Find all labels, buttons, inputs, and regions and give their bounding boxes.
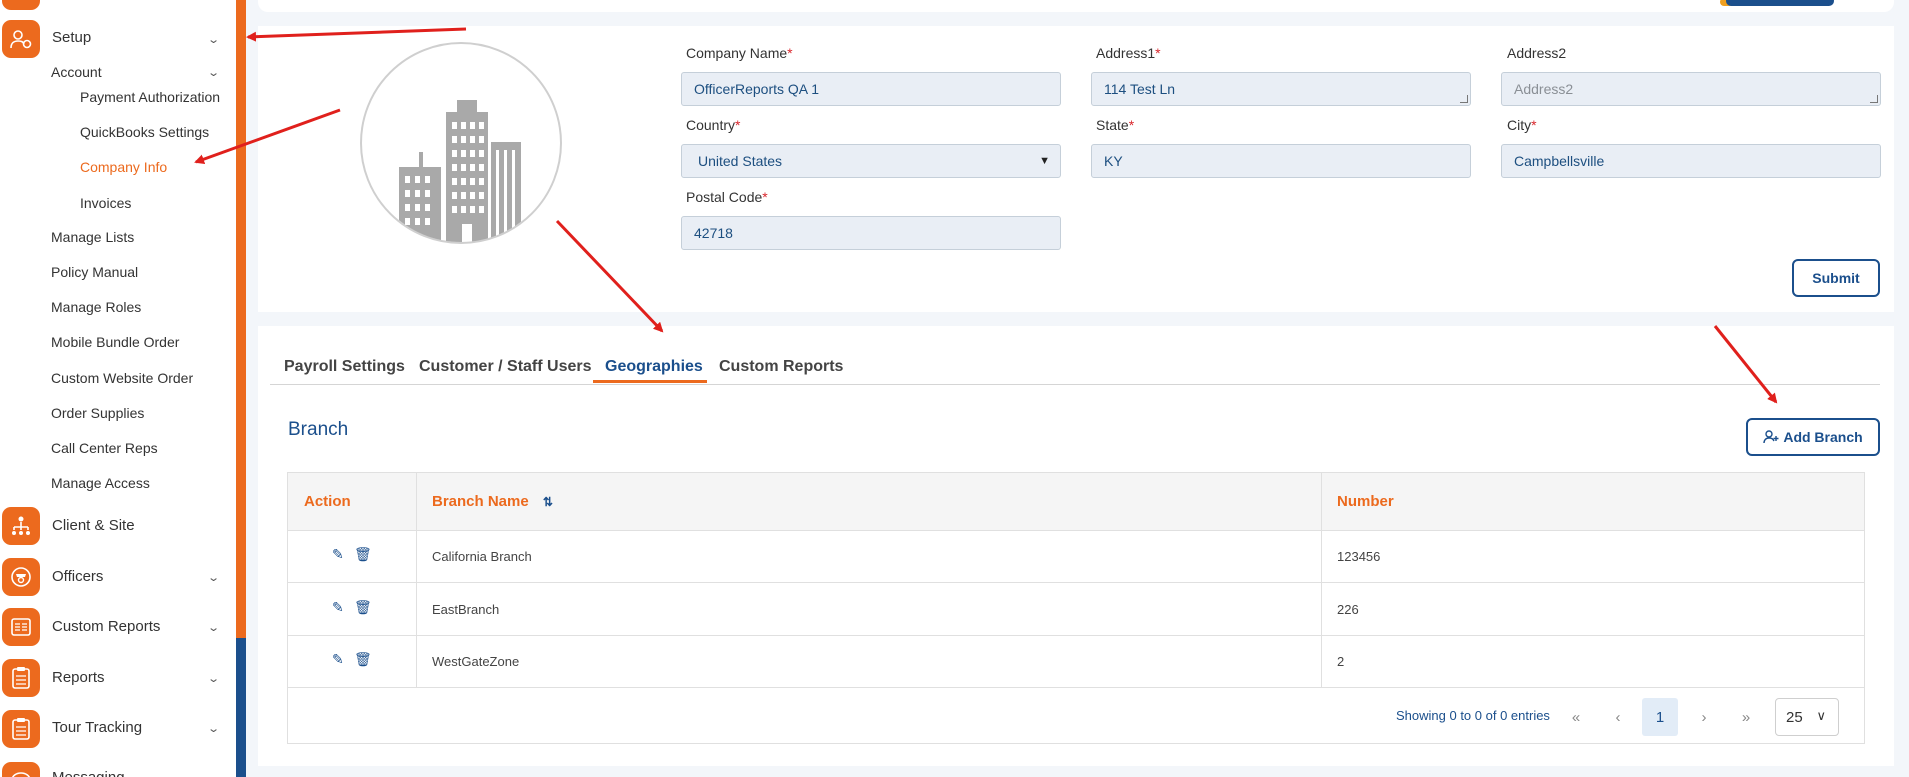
city-label: City* <box>1507 117 1537 133</box>
chevron-down-icon[interactable]: ⌄ <box>207 66 220 79</box>
building-icon <box>399 100 521 242</box>
sidebar-item-quickbooks-settings[interactable]: QuickBooks Settings <box>80 124 209 140</box>
branch-name-cell: EastBranch <box>432 602 500 617</box>
chevron-down-icon[interactable]: ⌄ <box>207 672 220 685</box>
trash-icon[interactable]: 🗑 <box>354 599 372 616</box>
table-row: ✎ 🗑 California Branch 123456 <box>288 531 1864 583</box>
sidebar-item-client-site[interactable]: Client & Site <box>52 517 135 534</box>
table-header: Action Branch Name ⇅ Number <box>288 473 1864 531</box>
sidebar-item-policy-manual[interactable]: Policy Manual <box>51 264 138 280</box>
edit-icon[interactable]: ✎ <box>332 651 344 668</box>
page-number-button[interactable]: 1 <box>1642 698 1678 736</box>
address1-label: Address1* <box>1096 45 1161 61</box>
sidebar-item-manage-roles[interactable]: Manage Roles <box>51 299 141 315</box>
tour-tracking-icon[interactable] <box>2 710 40 748</box>
last-page-icon[interactable]: » <box>1728 698 1764 736</box>
branch-number-cell: 226 <box>1337 602 1359 617</box>
sidebar-item-officers[interactable]: Officers <box>52 568 103 585</box>
branch-number-cell: 123456 <box>1337 549 1381 564</box>
sidebar-item-payment-authorization[interactable]: Payment Authorization <box>80 89 220 105</box>
tab-payroll-settings[interactable]: Payroll Settings <box>284 358 405 376</box>
reports-icon[interactable] <box>2 659 40 697</box>
country-select[interactable]: United States ▼ <box>681 144 1061 178</box>
collapsed-menu-icon[interactable] <box>2 0 40 10</box>
sidebar-item-mobile-bundle-order[interactable]: Mobile Bundle Order <box>51 334 179 350</box>
city-input[interactable]: Campbellsville <box>1501 144 1881 178</box>
prev-page-icon[interactable]: ‹ <box>1600 698 1636 736</box>
custom-reports-icon[interactable] <box>2 608 40 646</box>
add-branch-label: Add Branch <box>1783 429 1863 445</box>
edit-icon[interactable]: ✎ <box>332 599 344 616</box>
chevron-down-icon[interactable]: ⌄ <box>207 621 220 634</box>
officers-icon[interactable] <box>2 558 40 596</box>
sidebar-item-custom-reports[interactable]: Custom Reports <box>52 618 160 635</box>
sidebar-item-manage-lists[interactable]: Manage Lists <box>51 229 134 245</box>
branch-number-cell: 2 <box>1337 654 1345 669</box>
company-name-input[interactable]: OfficerReports QA 1 <box>681 72 1061 106</box>
chevron-down-icon[interactable]: ⌄ <box>207 33 220 46</box>
messaging-icon[interactable] <box>2 762 40 777</box>
sidebar-item-company-info[interactable]: Company Info <box>80 159 167 175</box>
trash-icon[interactable]: 🗑 <box>354 546 372 563</box>
active-tab-indicator <box>593 380 707 383</box>
sidebar-item-invoices[interactable]: Invoices <box>80 195 131 211</box>
add-branch-button[interactable]: Add Branch <box>1746 418 1880 456</box>
state-input[interactable]: KY <box>1091 144 1471 178</box>
add-user-icon <box>1763 430 1779 444</box>
page-size-select[interactable]: 25 ∨ <box>1775 698 1839 736</box>
sidebar-item-custom-website-order[interactable]: Custom Website Order <box>51 370 193 386</box>
company-logo[interactable] <box>360 42 562 244</box>
chevron-down-icon: ∨ <box>1816 708 1826 723</box>
table-row: ✎ 🗑 WestGateZone 2 <box>288 636 1864 688</box>
header-card <box>258 0 1894 12</box>
sort-icon[interactable]: ⇅ <box>543 495 553 509</box>
column-header-number: Number <box>1337 493 1394 510</box>
branch-name-cell: California Branch <box>432 549 532 564</box>
tab-geographies[interactable]: Geographies <box>605 358 703 376</box>
postal-code-input[interactable]: 42718 <box>681 216 1061 250</box>
edit-icon[interactable]: ✎ <box>332 546 344 563</box>
sidebar: Setup ⌄ Account ⌄ Payment Authorization … <box>0 0 236 777</box>
pagination-summary: Showing 0 to 0 of 0 entries <box>1396 708 1550 723</box>
branch-title: Branch <box>288 419 349 440</box>
sidebar-scrollbar-thumb[interactable] <box>236 0 246 638</box>
address2-label: Address2 <box>1507 45 1567 61</box>
client-site-icon[interactable] <box>2 507 40 545</box>
sidebar-item-call-center-reps[interactable]: Call Center Reps <box>51 440 158 456</box>
tab-divider <box>270 384 1880 385</box>
trash-icon[interactable]: 🗑 <box>354 651 372 668</box>
country-label: Country* <box>686 117 741 133</box>
company-name-label: Company Name* <box>686 45 793 61</box>
address1-input[interactable]: 114 Test Ln <box>1091 72 1471 106</box>
address2-input[interactable]: Address2 <box>1501 72 1881 106</box>
sidebar-item-account[interactable]: Account <box>51 64 102 80</box>
sidebar-item-manage-access[interactable]: Manage Access <box>51 475 150 491</box>
first-page-icon[interactable]: « <box>1558 698 1594 736</box>
column-header-action: Action <box>304 493 351 510</box>
resize-handle-icon[interactable] <box>1460 95 1468 103</box>
sidebar-item-reports[interactable]: Reports <box>52 669 105 686</box>
chevron-down-icon[interactable]: ⌄ <box>207 722 220 735</box>
sidebar-item-messaging[interactable]: Messaging <box>52 769 125 777</box>
table-row: ✎ 🗑 EastBranch 226 <box>288 584 1864 636</box>
tab-custom-reports[interactable]: Custom Reports <box>719 358 843 376</box>
branch-name-cell: WestGateZone <box>432 654 520 669</box>
chevron-down-icon: ▼ <box>1039 155 1050 167</box>
header-button[interactable] <box>1726 0 1834 6</box>
setup-icon[interactable] <box>2 20 40 58</box>
tab-customer-staff-users[interactable]: Customer / Staff Users <box>419 358 592 376</box>
next-page-icon[interactable]: › <box>1686 698 1722 736</box>
state-label: State* <box>1096 117 1135 133</box>
resize-handle-icon[interactable] <box>1870 95 1878 103</box>
chevron-down-icon[interactable]: ⌄ <box>207 571 220 584</box>
postal-code-label: Postal Code* <box>686 189 768 205</box>
sidebar-item-order-supplies[interactable]: Order Supplies <box>51 405 144 421</box>
sidebar-item-tour-tracking[interactable]: Tour Tracking <box>52 719 142 736</box>
sidebar-item-setup[interactable]: Setup <box>52 29 91 46</box>
sidebar-scrollbar[interactable] <box>236 0 246 777</box>
column-header-branch-name[interactable]: Branch Name ⇅ <box>432 493 553 510</box>
submit-button[interactable]: Submit <box>1792 259 1880 297</box>
